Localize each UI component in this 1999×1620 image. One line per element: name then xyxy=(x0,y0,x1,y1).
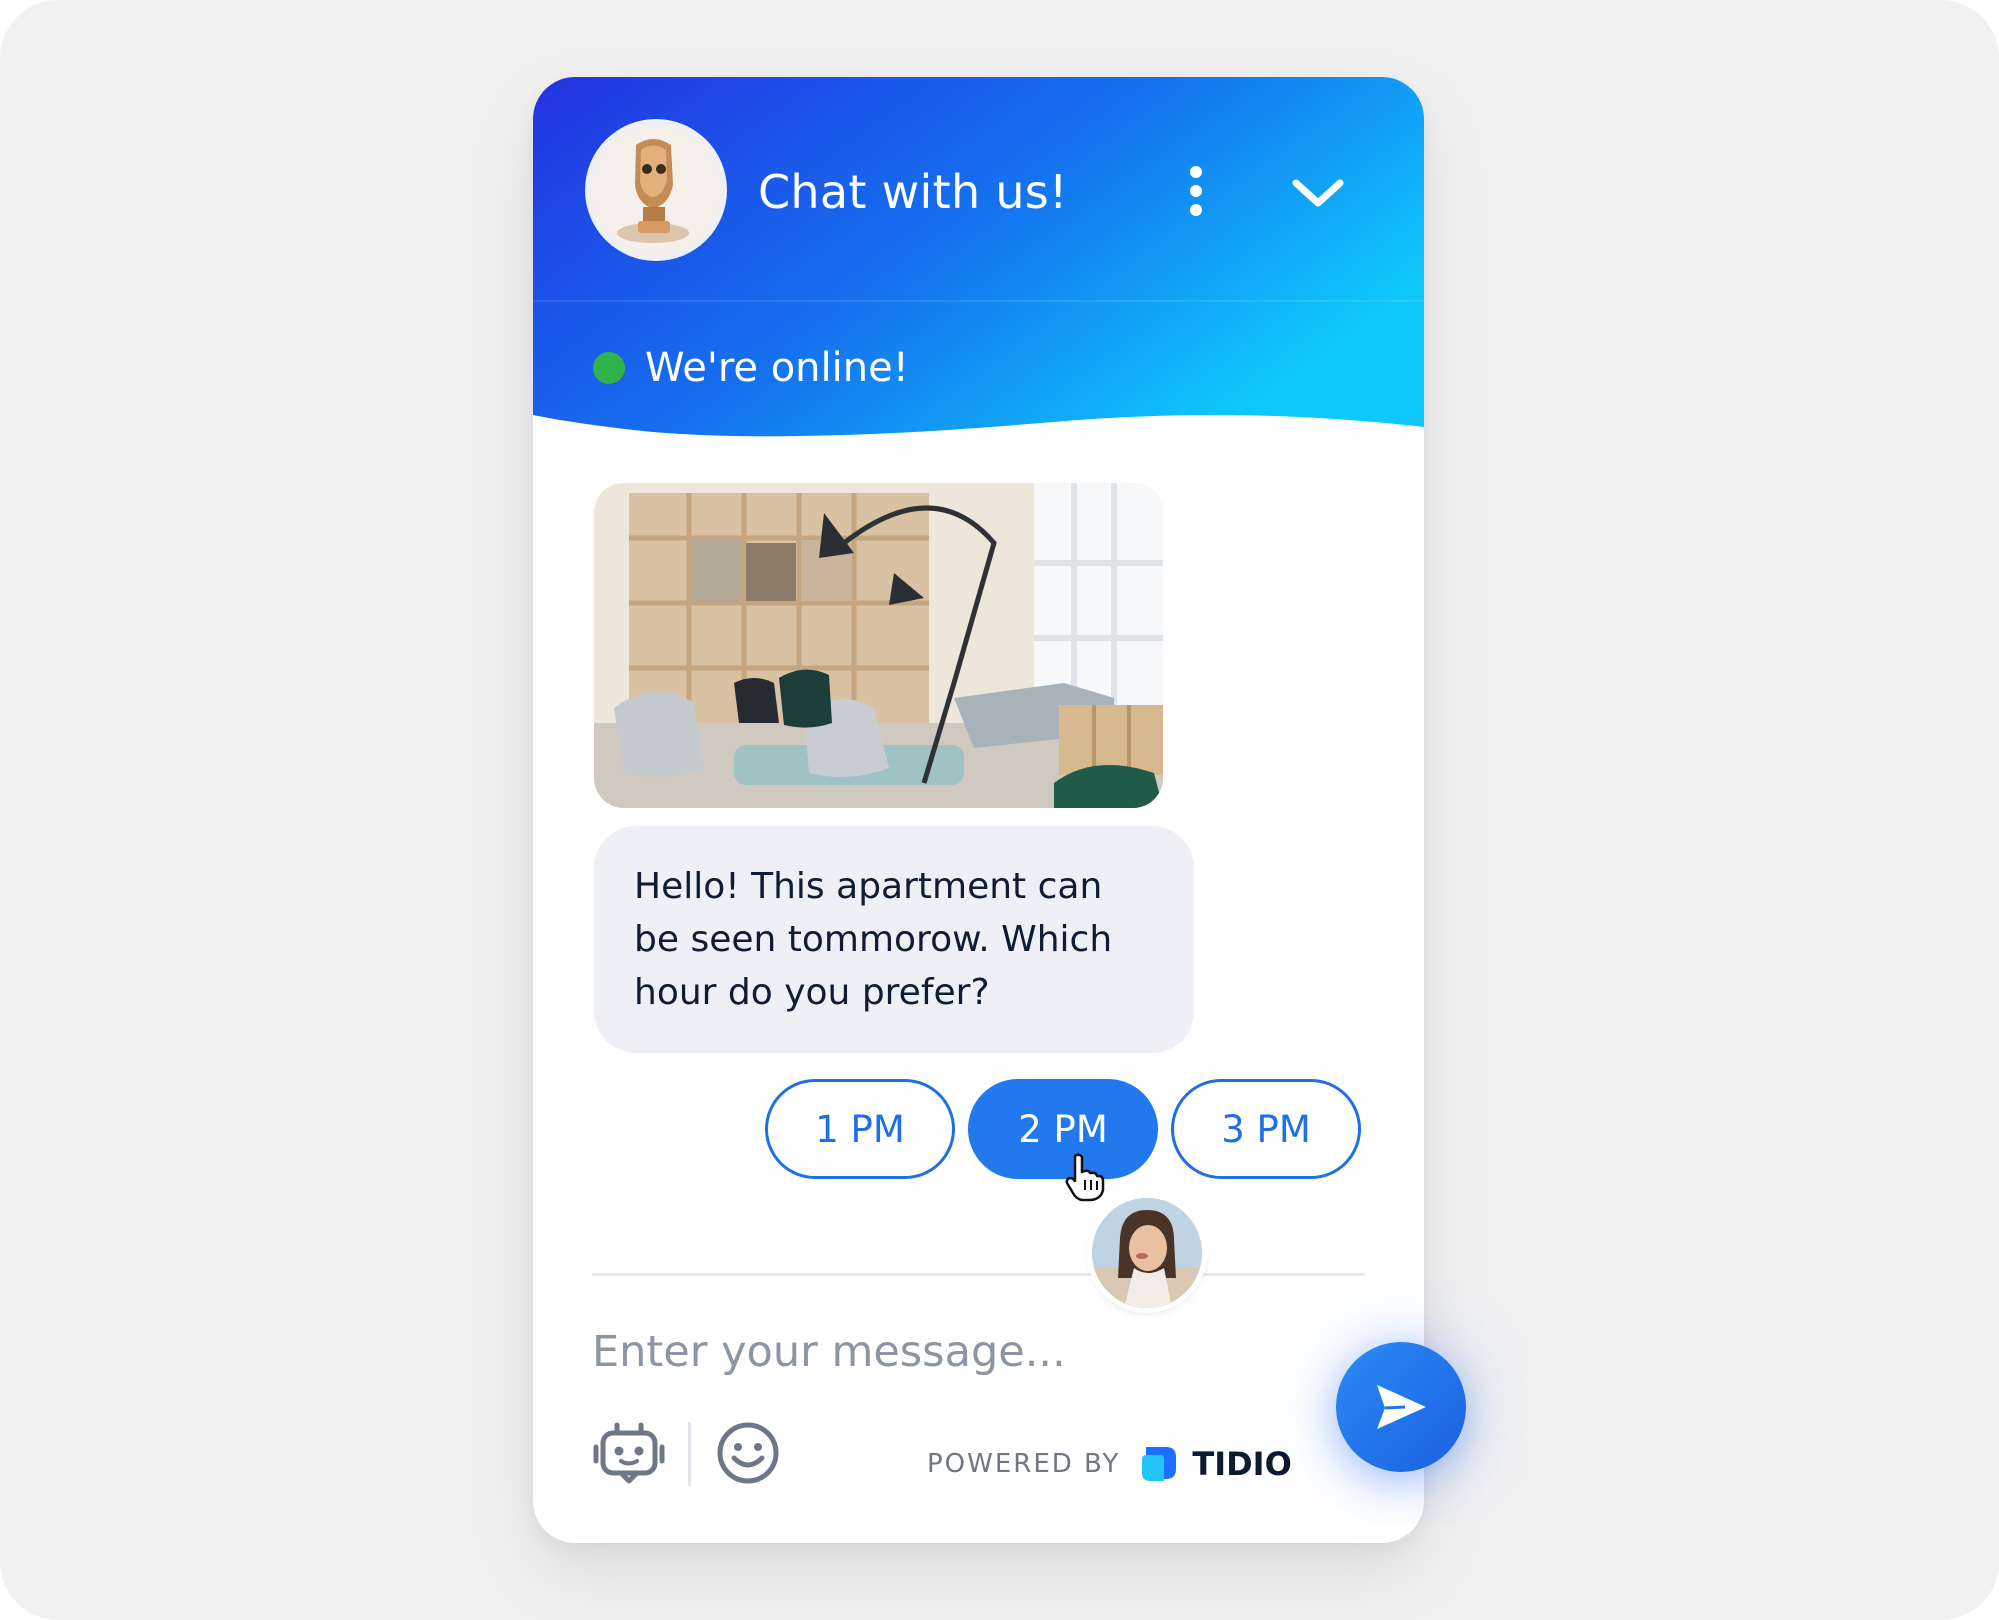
toolbar-separator xyxy=(688,1422,691,1486)
quick-reply-3pm[interactable]: 3 PM xyxy=(1171,1079,1361,1179)
powered-by-label: POWERED BY xyxy=(927,1449,1121,1479)
chat-title: Chat with us! xyxy=(758,165,1068,219)
smile-icon[interactable] xyxy=(715,1420,781,1486)
tidio-logo-icon xyxy=(1138,1439,1184,1489)
chevron-down-icon[interactable] xyxy=(1288,165,1348,225)
page-background: Chat with us! We're online! Hello! This … xyxy=(0,0,1999,1620)
hand-pointer-icon xyxy=(1063,1152,1107,1202)
chat-widget: Chat with us! We're online! Hello! This … xyxy=(533,77,1424,1543)
status-text: We're online! xyxy=(645,345,909,391)
vertical-dots-icon[interactable] xyxy=(1181,162,1211,222)
tidio-brand: TIDIO xyxy=(1192,1445,1292,1483)
paper-plane-icon xyxy=(1377,1385,1426,1429)
send-button[interactable] xyxy=(1336,1342,1466,1472)
message-input[interactable] xyxy=(592,1317,1112,1387)
powered-by[interactable]: POWERED BY TIDIO xyxy=(927,1439,1292,1489)
quick-reply-1pm[interactable]: 1 PM xyxy=(765,1079,955,1179)
bot-icon[interactable] xyxy=(591,1417,667,1493)
online-status: We're online! xyxy=(593,343,909,393)
composer-divider xyxy=(592,1273,1365,1276)
agent-avatar xyxy=(591,125,721,255)
bot-message-bubble: Hello! This apartment can be seen tommor… xyxy=(594,826,1194,1053)
online-dot-icon xyxy=(593,352,625,384)
chat-header: Chat with us! We're online! xyxy=(533,77,1424,457)
message-image[interactable] xyxy=(594,483,1163,808)
user-avatar xyxy=(1092,1198,1202,1308)
